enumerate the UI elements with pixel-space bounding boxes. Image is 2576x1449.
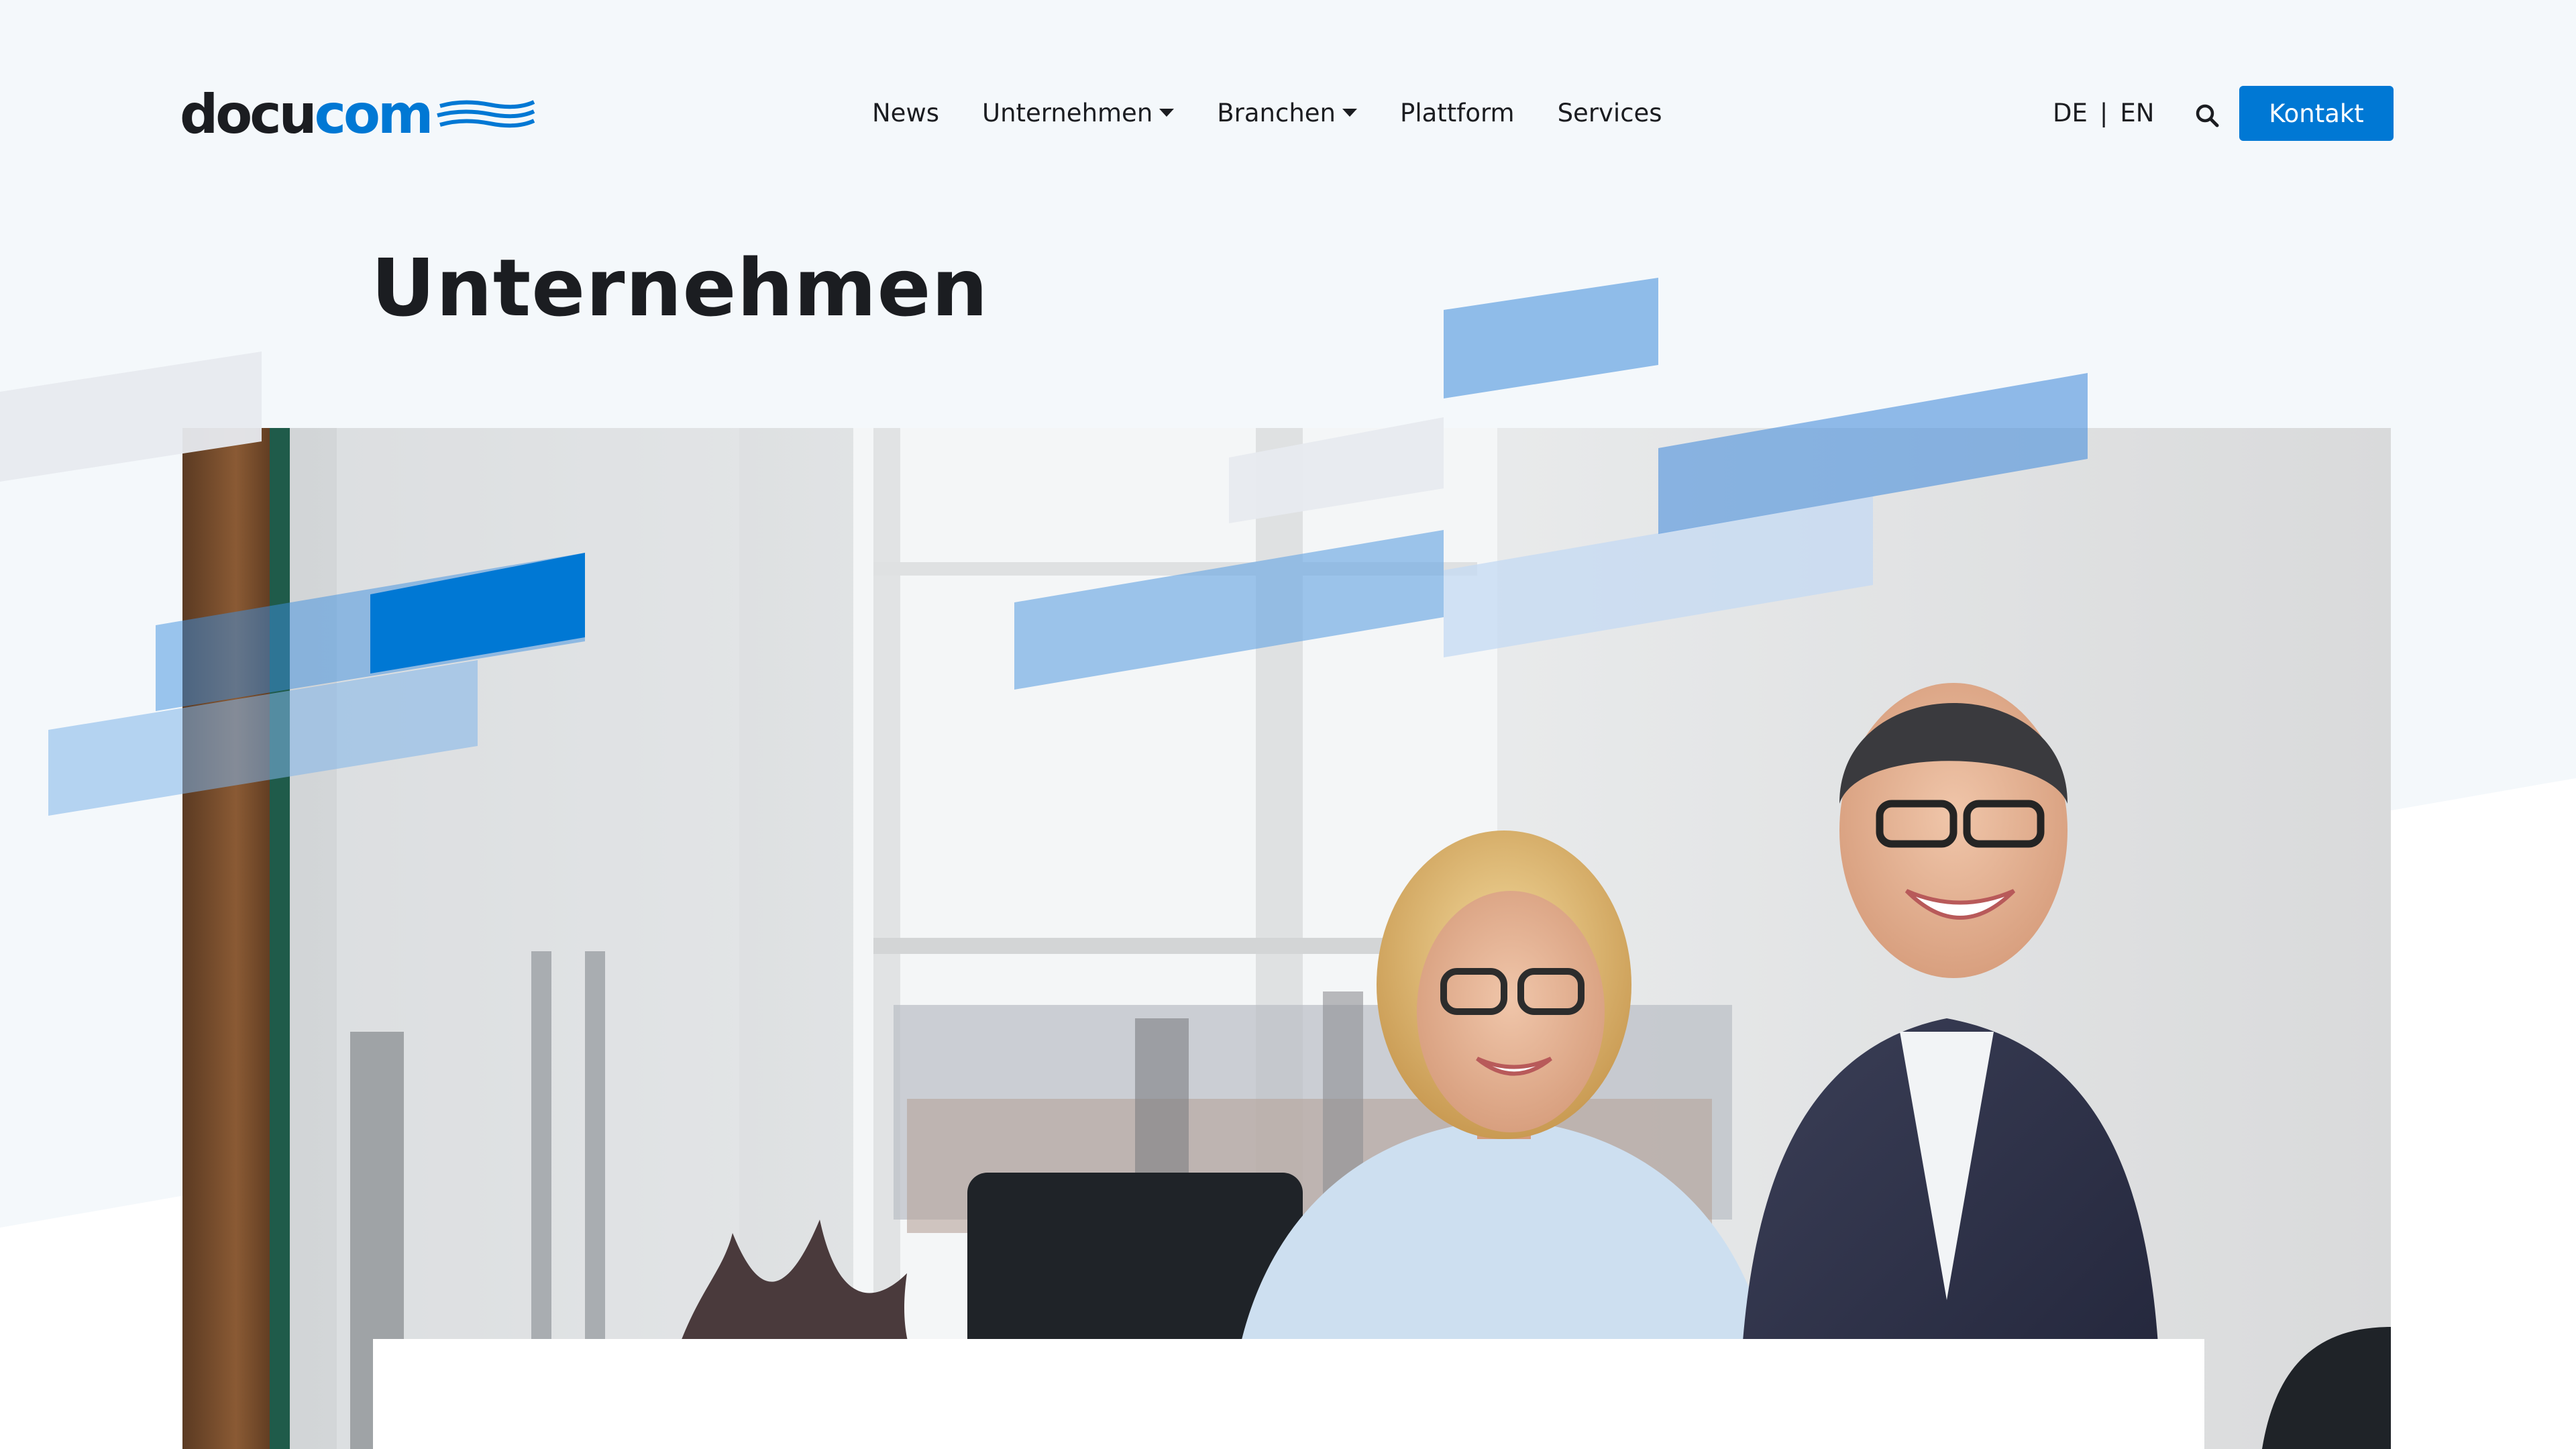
language-switcher: DE | EN <box>2053 93 2154 133</box>
search-icon[interactable] <box>2194 102 2220 129</box>
nav-services[interactable]: Services <box>1558 99 1662 127</box>
nav-unternehmen[interactable]: Unternehmen <box>982 99 1175 127</box>
logo-text: docucom <box>180 83 433 146</box>
page-title: Unternehmen <box>371 241 989 334</box>
caret-down-icon <box>1159 109 1175 117</box>
nav-branchen[interactable]: Branchen <box>1217 99 1358 127</box>
lang-en[interactable]: EN <box>2120 99 2154 127</box>
caret-down-icon <box>1342 109 1358 117</box>
wave-lines-icon <box>437 100 535 128</box>
site-header: docucom News Unternehmen Branchen Plattf… <box>0 0 2576 228</box>
nav-news[interactable]: News <box>872 99 939 127</box>
docucom-logo[interactable]: docucom <box>180 80 537 148</box>
nav-plattform[interactable]: Plattform <box>1400 99 1515 127</box>
contact-button[interactable]: Kontakt <box>2239 86 2394 141</box>
main-nav: News Unternehmen Branchen Plattform Serv… <box>872 93 1705 133</box>
content-card <box>373 1339 2204 1449</box>
hero-photo <box>182 428 2391 1449</box>
lang-de[interactable]: DE <box>2053 99 2088 127</box>
lang-separator: | <box>2099 98 2108 127</box>
